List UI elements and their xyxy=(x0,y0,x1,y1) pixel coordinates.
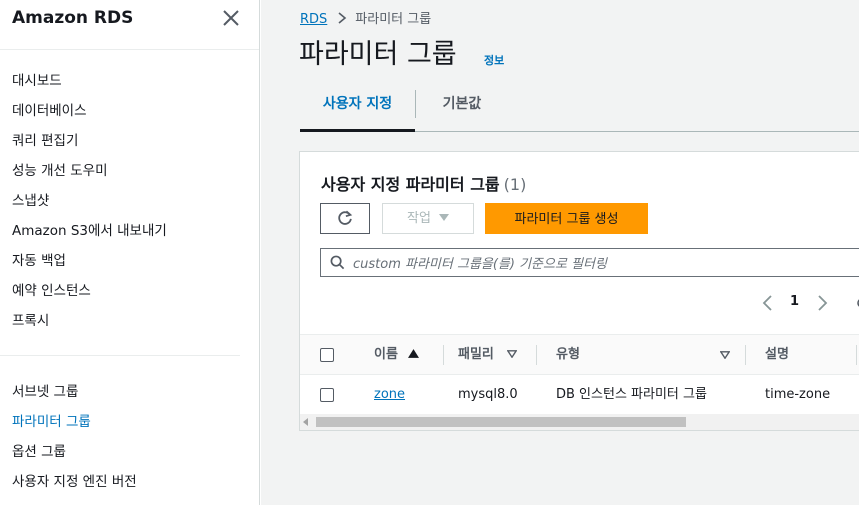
main-content: RDS 파라미터 그룹 파라미터 그룹 정보 사용자 지정 기본값 사용자 지정 … xyxy=(261,0,859,505)
row-checkbox[interactable] xyxy=(320,388,334,402)
sort-icon xyxy=(506,350,518,359)
refresh-icon xyxy=(338,210,353,225)
panel-count: (1) xyxy=(503,175,527,194)
sidebar-divider xyxy=(0,355,240,356)
info-link[interactable]: 정보 xyxy=(484,52,504,68)
sidebar-item-subnet-groups[interactable]: 서브넷 그룹 xyxy=(12,381,137,411)
actions-label: 작업 xyxy=(407,211,431,226)
header-type[interactable]: 유형 xyxy=(556,335,580,375)
tab-default[interactable]: 기본값 xyxy=(422,86,502,132)
sidebar-item-custom-engine-versions[interactable]: 사용자 지정 엔진 버전 xyxy=(12,471,137,501)
caret-down-icon xyxy=(438,214,449,221)
parameter-group-name-link[interactable]: zone xyxy=(374,387,405,402)
sidebar: Amazon RDS 대시보드 데이터베이스 쿼리 편집기 성능 개선 도우미 … xyxy=(0,0,260,505)
cell-family: mysql8.0 xyxy=(458,387,518,402)
scroll-left-arrow-icon[interactable] xyxy=(303,418,308,426)
tab-bar: 사용자 지정 기본값 xyxy=(300,86,859,132)
column-separator xyxy=(745,345,746,365)
header-name-label: 이름 xyxy=(374,347,398,362)
table-header: 이름 패밀리 유형 설명 xyxy=(300,334,859,374)
breadcrumb-current: 파라미터 그룹 xyxy=(355,12,432,27)
sort-icon[interactable] xyxy=(720,351,730,359)
sidebar-item-option-groups[interactable]: 옵션 그룹 xyxy=(12,441,137,471)
panel-title: 사용자 지정 파라미터 그룹 (1) xyxy=(321,171,526,195)
sort-ascending-icon xyxy=(408,349,420,358)
tab-custom[interactable]: 사용자 지정 xyxy=(300,86,415,132)
parameter-groups-panel: 사용자 지정 파라미터 그룹(1) 작업 파라미터 그룹 생성 1 xyxy=(299,151,859,431)
filter-input[interactable] xyxy=(351,252,855,276)
create-parameter-group-button[interactable]: 파라미터 그룹 생성 xyxy=(485,203,648,234)
cell-description: time-zone xyxy=(765,387,831,402)
column-separator xyxy=(536,345,537,365)
column-separator xyxy=(443,345,444,365)
search-icon xyxy=(330,255,345,270)
cell-type: DB 인스턴스 파라미터 그룹 xyxy=(556,387,707,402)
sidebar-item-parameter-groups[interactable]: 파라미터 그룹 xyxy=(12,411,137,441)
page-title: 파라미터 그룹 xyxy=(299,39,457,70)
header-name[interactable]: 이름 xyxy=(374,335,420,375)
header-family[interactable]: 패밀리 xyxy=(458,335,518,375)
filter-box xyxy=(320,248,859,277)
header-type-label: 유형 xyxy=(556,347,580,362)
horizontal-scrollbar[interactable] xyxy=(300,414,859,430)
table-row[interactable]: zone mysql8.0 DB 인스턴스 파라미터 그룹 time-zone xyxy=(300,374,859,414)
panel-title-text: 사용자 지정 파라미터 그룹 xyxy=(321,175,500,194)
sidebar-nav-main: 대시보드 데이터베이스 쿼리 편집기 성능 개선 도우미 스냅샷 Amazon … xyxy=(12,70,167,340)
sidebar-nav-config: 서브넷 그룹 파라미터 그룹 옵션 그룹 사용자 지정 엔진 버전 xyxy=(12,381,137,501)
column-separator xyxy=(856,345,857,365)
sidebar-item-performance-insights[interactable]: 성능 개선 도우미 xyxy=(12,160,167,190)
breadcrumb-rds-link[interactable]: RDS xyxy=(300,12,327,27)
scrollbar-thumb[interactable] xyxy=(316,417,686,427)
header-description-label: 설명 xyxy=(765,347,789,362)
sidebar-item-reserved-instances[interactable]: 예약 인스턴스 xyxy=(12,280,167,310)
sidebar-item-dashboard[interactable]: 대시보드 xyxy=(12,70,167,100)
page-number[interactable]: 1 xyxy=(790,294,799,309)
tab-separator xyxy=(415,90,416,118)
breadcrumb: RDS 파라미터 그룹 xyxy=(300,8,431,27)
refresh-button[interactable] xyxy=(320,203,370,234)
actions-dropdown[interactable]: 작업 xyxy=(382,203,474,234)
sidebar-title: Amazon RDS xyxy=(12,8,134,28)
sidebar-item-databases[interactable]: 데이터베이스 xyxy=(12,100,167,130)
close-icon[interactable] xyxy=(221,8,241,28)
chevron-left-icon[interactable] xyxy=(760,294,774,312)
sidebar-item-automated-backups[interactable]: 자동 백업 xyxy=(12,250,167,280)
header-family-label: 패밀리 xyxy=(458,347,494,362)
sidebar-header: Amazon RDS xyxy=(0,0,259,50)
sidebar-item-proxies[interactable]: 프록시 xyxy=(12,310,167,340)
chevron-right-icon[interactable] xyxy=(816,294,830,312)
settings-icon[interactable] xyxy=(855,296,859,310)
sidebar-item-export-s3[interactable]: Amazon S3에서 내보내기 xyxy=(12,220,167,250)
select-all-checkbox[interactable] xyxy=(320,348,334,362)
sidebar-item-query-editor[interactable]: 쿼리 편집기 xyxy=(12,130,167,160)
chevron-right-icon xyxy=(338,12,347,24)
sidebar-item-snapshots[interactable]: 스냅샷 xyxy=(12,190,167,220)
header-description[interactable]: 설명 xyxy=(765,335,789,375)
